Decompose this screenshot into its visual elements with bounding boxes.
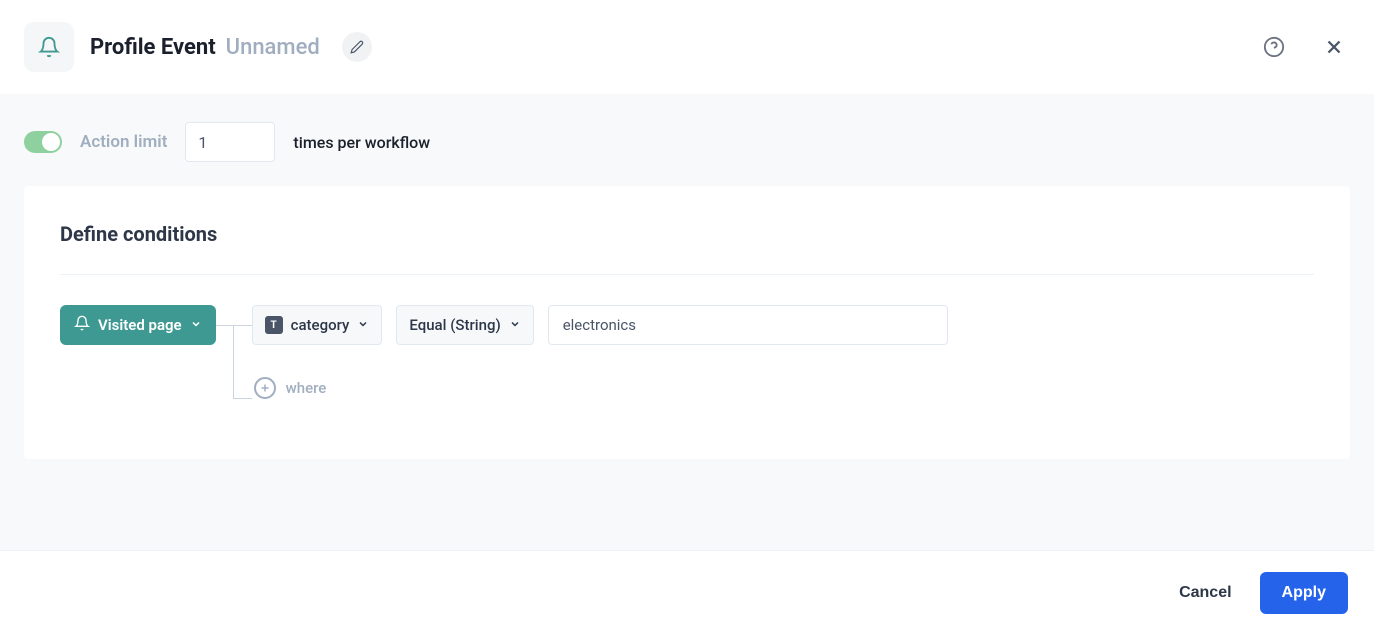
page-subtitle: Unnamed — [226, 35, 320, 60]
attribute-select[interactable]: T category — [252, 305, 383, 345]
page-title: Profile Event — [90, 35, 216, 60]
action-limit-toggle[interactable] — [24, 131, 62, 153]
action-limit-label: Action limit — [80, 132, 167, 152]
page-title-group: Profile Event Unnamed — [90, 35, 320, 60]
operator-label: Equal (String) — [409, 316, 500, 334]
profile-event-icon — [24, 22, 74, 72]
add-where-label: where — [286, 379, 327, 397]
cancel-button[interactable]: Cancel — [1175, 574, 1235, 612]
chevron-down-icon — [509, 316, 521, 334]
value-input[interactable] — [548, 305, 948, 345]
edit-name-button[interactable] — [342, 32, 372, 62]
apply-button[interactable]: Apply — [1260, 572, 1348, 614]
divider — [60, 274, 1314, 275]
operator-select[interactable]: Equal (String) — [396, 305, 533, 345]
attribute-label: category — [291, 316, 350, 334]
chevron-down-icon — [357, 316, 369, 334]
bell-icon — [74, 315, 90, 335]
chevron-down-icon — [190, 316, 202, 334]
event-select[interactable]: Visited page — [60, 305, 216, 345]
conditions-title: Define conditions — [60, 222, 1314, 246]
action-limit-suffix: times per workflow — [293, 133, 430, 152]
close-button[interactable] — [1318, 31, 1350, 63]
event-label: Visited page — [98, 316, 182, 334]
text-type-icon: T — [265, 316, 283, 334]
action-limit-input[interactable] — [185, 122, 275, 162]
help-button[interactable] — [1258, 31, 1290, 63]
connector — [216, 305, 252, 399]
add-where-button[interactable] — [254, 377, 276, 399]
